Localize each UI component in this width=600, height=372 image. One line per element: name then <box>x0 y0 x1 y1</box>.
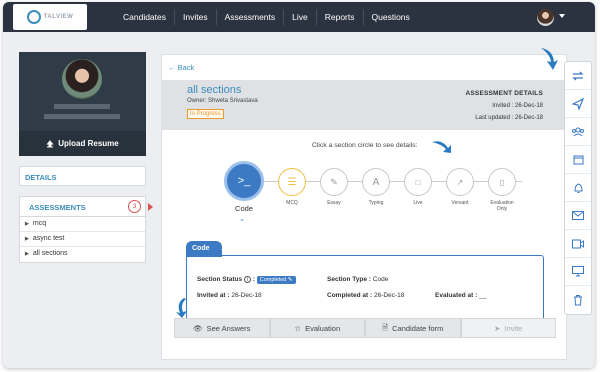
details-link[interactable]: DETAILS <box>19 166 146 186</box>
assessment-details: ASSESSMENT DETAILS Invited : 26-Dec-18 L… <box>465 88 543 124</box>
transfer-icon[interactable] <box>565 62 591 90</box>
assessment-panel: ← Back all sections Owner: Shweta Srivas… <box>161 54 568 360</box>
section-live-label: Live <box>413 200 423 206</box>
section-typing-label: Typing <box>368 200 384 206</box>
status-badge: In Progress <box>187 109 224 119</box>
info-icon[interactable]: i <box>243 276 251 283</box>
nav-candidates[interactable]: Candidates <box>115 2 174 32</box>
user-avatar[interactable] <box>537 9 554 26</box>
assessments-panel: ASSESSMENTS 3 ▶ mcq ▶ async test ▶ all sect… <box>19 196 153 263</box>
invited-date: Invited : 26-Dec-18 <box>492 103 543 109</box>
main-nav: Candidates Invites Assessments Live Repo… <box>115 2 418 32</box>
document-icon: 🗎 <box>382 322 389 332</box>
section-evaluation-label: Evaluation Only <box>490 200 514 212</box>
nav-assessments[interactable]: Assessments <box>217 2 284 32</box>
chevron-down-icon: ⌄ <box>239 216 245 223</box>
redacted-name <box>54 104 110 109</box>
section-timeline: >_ ☰ ✎ A □ ↗ ▯ Code MCQ Essay Typing Liv… <box>224 161 524 223</box>
action-buttons: 👁 See Answers ☆ Evaluation 🗎 Candidate form… <box>174 318 556 338</box>
last-updated-date: Last updated : 26-Dec-18 <box>475 115 543 121</box>
nav-questions[interactable]: Questions <box>364 2 418 32</box>
completed-at-row: Completed at : 26-Dec-18 <box>327 292 405 299</box>
send-icon: ➤ <box>494 323 501 333</box>
section-code-node[interactable]: >_ <box>224 161 264 201</box>
nav-invites[interactable]: Invites <box>175 2 216 32</box>
nav-live[interactable]: Live <box>284 2 316 32</box>
mail-icon[interactable] <box>565 202 591 230</box>
candidate-form-button[interactable]: 🗎 Candidate form <box>365 318 461 338</box>
star-icon: ☆ <box>294 323 302 333</box>
section-mcq-label: MCQ <box>286 200 298 206</box>
eye-icon: 👁 <box>193 323 203 333</box>
section-evaluation-node[interactable]: ▯ <box>488 168 516 196</box>
app-logo[interactable]: TALVIEW <box>13 4 87 30</box>
section-versant-node[interactable]: ↗ <box>446 168 474 196</box>
invite-button[interactable]: ➤ Invite <box>460 318 556 338</box>
section-status-row: Section Status i : Completed ✎ <box>197 276 296 285</box>
redacted-email <box>44 114 120 119</box>
evaluated-at-row: Evaluated at : __ <box>435 292 487 299</box>
arrow-pointer-icon <box>432 141 451 153</box>
section-live-node[interactable]: □ <box>404 168 432 196</box>
section-essay-label: Essay <box>327 200 341 206</box>
logo-icon <box>26 10 41 24</box>
trash-icon[interactable] <box>565 286 591 314</box>
chevron-down-icon[interactable] <box>559 14 565 18</box>
arrow-pointer-icon <box>541 48 558 70</box>
calendar-icon[interactable] <box>565 146 591 174</box>
logo-text: TALVIEW <box>43 14 74 20</box>
send-icon[interactable] <box>565 90 591 118</box>
section-versant-label: Versant <box>451 200 469 206</box>
assessment-owner: Owner: Shweta Srivastava <box>187 98 258 104</box>
top-navbar: TALVIEW Candidates Invites Assessments L… <box>3 2 595 32</box>
assessment-header: all sections Owner: Shweta Srivastava In… <box>162 80 568 130</box>
assessments-header[interactable]: ASSESSMENTS 3 <box>20 197 153 217</box>
upload-resume-label: Upload Resume <box>58 139 119 148</box>
see-answers-button[interactable]: 👁 See Answers <box>174 318 270 338</box>
section-code-label: Code <box>235 204 253 213</box>
assessment-title: all sections <box>187 84 242 96</box>
upload-icon <box>46 139 54 147</box>
section-essay-node[interactable]: ✎ <box>320 168 348 196</box>
nav-reports[interactable]: Reports <box>317 2 363 32</box>
assessment-item-async-test[interactable]: ▶ async test <box>20 232 145 247</box>
candidate-profile-card: Upload Resume <box>19 52 146 156</box>
upload-resume-button[interactable]: Upload Resume <box>19 131 146 156</box>
invited-at-row: Invited at : 26-Dec-18 <box>197 292 262 299</box>
caret-right-icon <box>148 203 153 211</box>
users-icon[interactable] <box>565 118 591 146</box>
assessment-item-all-sections[interactable]: ▶ all sections <box>20 247 145 262</box>
evaluation-button[interactable]: ☆ Evaluation <box>269 318 365 338</box>
video-icon[interactable] <box>565 230 591 258</box>
assessments-label: ASSESSMENTS <box>29 203 86 212</box>
back-link[interactable]: ← Back <box>168 63 194 72</box>
action-rail <box>564 61 592 315</box>
section-typing-node[interactable]: A <box>362 168 390 196</box>
assessment-item-mcq[interactable]: ▶ mcq <box>20 217 145 232</box>
details-heading: ASSESSMENT DETAILS <box>465 90 543 97</box>
completed-badge[interactable]: Completed ✎ <box>256 276 296 285</box>
app-window: TALVIEW Candidates Invites Assessments L… <box>3 2 595 368</box>
candidate-photo <box>62 59 102 99</box>
bell-icon[interactable] <box>565 174 591 202</box>
monitor-icon[interactable] <box>565 258 591 286</box>
section-hint: Click a section circle to see details: <box>312 142 418 149</box>
assessments-count-badge: 3 <box>128 200 141 213</box>
arrow-pointer-icon <box>176 298 187 318</box>
section-mcq-node[interactable]: ☰ <box>278 168 306 196</box>
section-type-row: Section Type : Code <box>327 276 389 283</box>
